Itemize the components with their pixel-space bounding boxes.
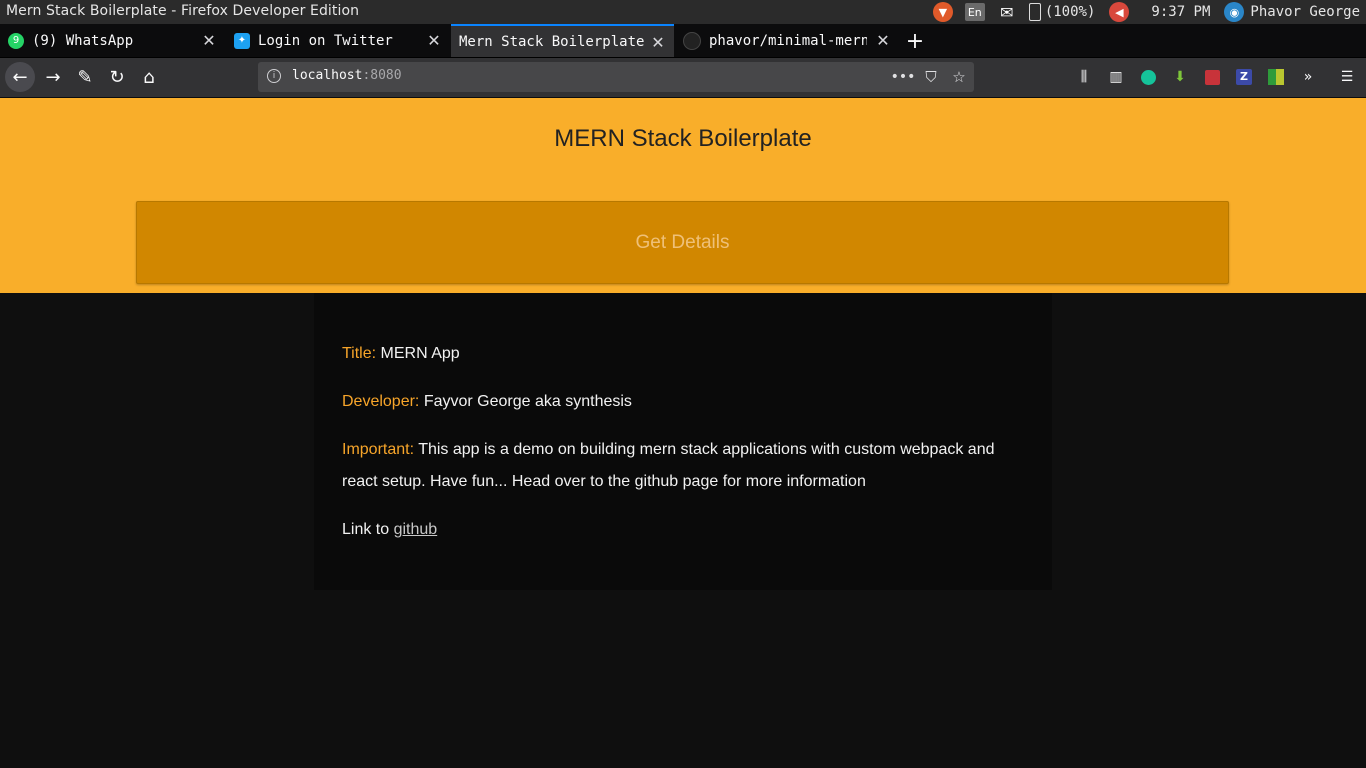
address-bar[interactable]: i localhost:8080 ••• ⛉ ☆ xyxy=(258,62,974,92)
system-top-bar: Mern Stack Boilerplate - Firefox Develop… xyxy=(0,0,1366,24)
detail-title: Title: MERN App xyxy=(342,338,1024,370)
sidebar-icon[interactable]: ▥ xyxy=(1105,66,1127,88)
user-icon[interactable]: ◉ xyxy=(1224,2,1245,22)
close-tab-icon[interactable]: ✕ xyxy=(424,30,444,50)
close-tab-icon[interactable]: ✕ xyxy=(199,30,219,50)
close-tab-icon[interactable]: ✕ xyxy=(873,30,893,50)
keyboard-layout-indicator[interactable]: En xyxy=(964,3,985,21)
download-icon[interactable]: ⬇ xyxy=(1169,66,1191,88)
hamburger-menu-icon[interactable]: ☰ xyxy=(1336,66,1358,88)
page-title: MERN Stack Boilerplate xyxy=(554,125,812,152)
page-actions-icon[interactable]: ••• xyxy=(891,66,916,88)
home-button[interactable]: ⌂ xyxy=(134,62,164,92)
whatsapp-icon: 9 xyxy=(8,32,24,49)
detail-label: Developer: xyxy=(342,393,420,410)
system-tray: ▼ En ✉ (100%) ◀ 9:37 PM ◉ Phavor George xyxy=(932,0,1366,24)
details-panel: Title: MERN App Developer: Fayvor George… xyxy=(314,293,1052,590)
clock[interactable]: 9:37 PM xyxy=(1151,4,1210,20)
tab-label: (9) WhatsApp xyxy=(32,32,134,49)
detail-value: This app is a demo on building mern stac… xyxy=(342,441,995,490)
user-name[interactable]: Phavor George xyxy=(1250,4,1360,20)
zotero-icon[interactable]: Z xyxy=(1233,66,1255,88)
extension-red-icon[interactable] xyxy=(1201,66,1223,88)
library-icon[interactable]: ⫼ xyxy=(1073,66,1095,88)
link-prefix: Link to xyxy=(342,521,390,538)
detail-developer: Developer: Fayvor George aka synthesis xyxy=(342,386,1024,418)
tab-label: phavor/minimal-mern- xyxy=(709,32,867,49)
detail-label: Important: xyxy=(342,441,415,458)
tab-mern-stack-boilerplate[interactable]: Mern Stack Boilerplate ✕ xyxy=(451,24,674,57)
mail-icon[interactable]: ✉ xyxy=(997,2,1017,22)
window-title: Mern Stack Boilerplate - Firefox Develop… xyxy=(6,3,360,19)
pocket-icon[interactable]: ⛉ xyxy=(920,66,942,88)
url-port: :8080 xyxy=(362,68,402,83)
navigation-toolbar: ← → ✎ ↻ ⌂ i localhost:8080 ••• ⛉ ☆ ⫼ ▥ ⬇… xyxy=(0,58,1366,98)
url-host: localhost xyxy=(292,68,363,83)
tab-whatsapp[interactable]: 9 (9) WhatsApp ✕ xyxy=(0,24,225,57)
brave-icon[interactable]: ▼ xyxy=(932,2,953,22)
twitter-icon: ✦ xyxy=(234,32,250,49)
new-tab-button[interactable]: + xyxy=(902,29,928,54)
detail-important: Important: This app is a demo on buildin… xyxy=(342,434,1024,498)
tab-label: Mern Stack Boilerplate xyxy=(459,33,645,50)
back-button[interactable]: ← xyxy=(5,62,35,92)
bookmark-star-icon[interactable]: ☆ xyxy=(948,66,970,88)
volume-icon[interactable]: ◀ xyxy=(1109,2,1130,22)
github-icon xyxy=(683,31,701,50)
tab-github[interactable]: phavor/minimal-mern- ✕ xyxy=(675,24,899,57)
forward-button[interactable]: → xyxy=(38,62,68,92)
get-details-button[interactable]: Get Details xyxy=(136,201,1229,284)
app-header: MERN Stack Boilerplate Get Details xyxy=(0,98,1366,293)
close-tab-icon[interactable]: ✕ xyxy=(648,32,668,52)
url-text[interactable]: localhost:8080 xyxy=(292,68,402,83)
tab-label: Login on Twitter xyxy=(258,32,393,49)
detail-link: Link to github xyxy=(342,514,1024,546)
wrench-icon[interactable]: ✎ xyxy=(70,62,100,92)
detail-value: MERN App xyxy=(380,345,460,362)
site-info-icon[interactable]: i xyxy=(267,69,281,83)
overflow-menu-icon[interactable]: » xyxy=(1297,66,1319,88)
battery-icon[interactable] xyxy=(1028,3,1041,21)
tab-twitter[interactable]: ✦ Login on Twitter ✕ xyxy=(226,24,450,57)
extension-grid-icon[interactable] xyxy=(1265,66,1287,88)
grammarly-icon[interactable] xyxy=(1137,66,1159,88)
detail-value: Fayvor George aka synthesis xyxy=(423,393,632,410)
tab-bar: 9 (9) WhatsApp ✕ ✦ Login on Twitter ✕ Me… xyxy=(0,24,1366,58)
battery-percentage: (100%) xyxy=(1044,4,1096,20)
github-link[interactable]: github xyxy=(394,521,438,538)
reload-button[interactable]: ↻ xyxy=(102,62,132,92)
detail-label: Title: xyxy=(342,345,377,362)
